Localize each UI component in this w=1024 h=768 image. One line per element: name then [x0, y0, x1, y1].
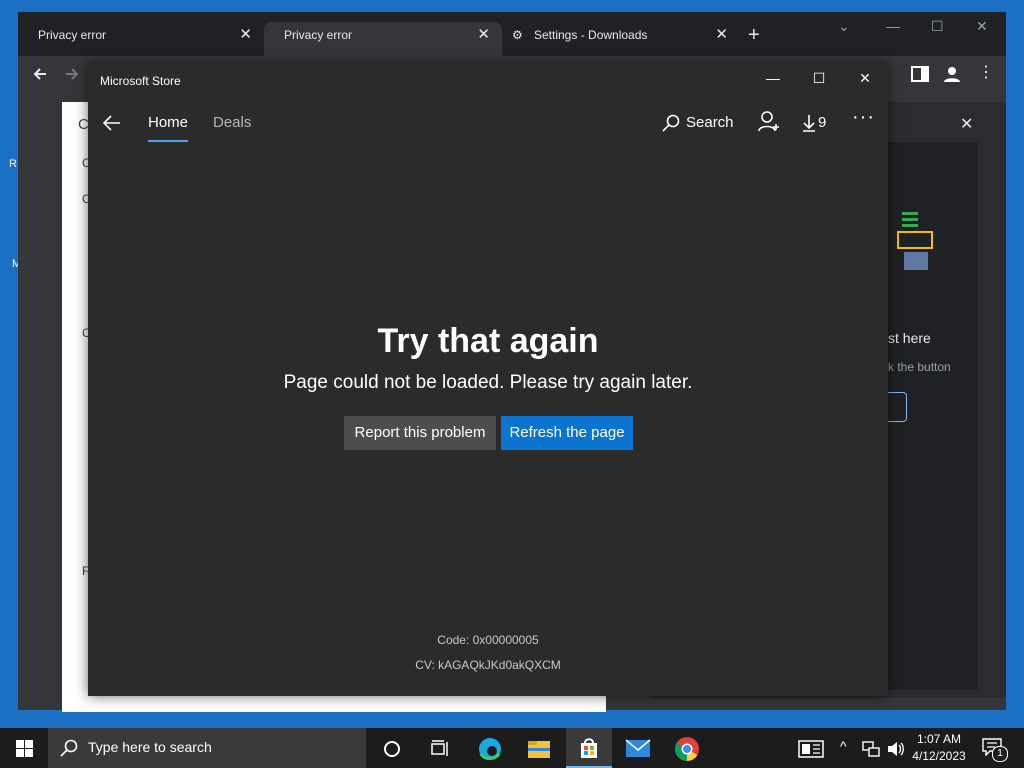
maximize-icon[interactable]: ☐	[931, 18, 944, 35]
volume-icon[interactable]	[886, 740, 904, 758]
downloads-count: 9	[818, 114, 827, 131]
forward-arrow-icon[interactable]	[64, 66, 80, 82]
notifications-button[interactable]: 1	[980, 736, 1010, 762]
tab-label: Privacy error	[284, 28, 353, 42]
search-label: Search	[686, 114, 734, 131]
more-menu-icon[interactable]: ⋮	[978, 62, 994, 82]
side-panel-heading: st here	[888, 330, 931, 346]
cortana-icon[interactable]	[383, 740, 401, 758]
more-options-icon[interactable]: ···	[852, 106, 875, 129]
nav-deals[interactable]: Deals	[213, 114, 251, 131]
gear-icon: ⚙	[512, 28, 523, 42]
side-panel-icon[interactable]	[910, 64, 930, 84]
taskbar: Type here to search ^ 1:07 AM 4/12/2023 …	[0, 728, 1024, 768]
network-icon[interactable]	[862, 740, 880, 758]
task-view-icon[interactable]	[430, 740, 450, 758]
search-icon	[60, 739, 78, 757]
active-tab-indicator	[148, 140, 188, 142]
reading-list-illustration	[897, 212, 933, 270]
account-icon[interactable]	[758, 110, 780, 134]
error-code: Code: 0x00000005	[437, 633, 539, 647]
side-panel-button[interactable]	[888, 392, 907, 422]
clock-date: 4/12/2023	[912, 749, 966, 763]
back-arrow-icon[interactable]	[102, 114, 122, 132]
close-window-icon[interactable]: ✕	[976, 18, 988, 35]
tab-label: Privacy error	[38, 28, 107, 42]
report-problem-button[interactable]: Report this problem	[344, 416, 496, 450]
minimize-icon[interactable]: —	[886, 18, 900, 34]
close-tab-icon[interactable]: ✕	[239, 22, 252, 48]
store-nav-bar: Home Deals Search 9 ···	[88, 102, 888, 146]
windows-start-icon[interactable]	[16, 740, 33, 757]
clock-time: 1:07 AM	[916, 732, 962, 746]
microsoft-store-icon	[581, 738, 597, 758]
tab-privacy-error-2[interactable]: Privacy error ✕	[264, 22, 502, 56]
close-tab-icon[interactable]: ✕	[715, 22, 728, 48]
file-explorer-icon[interactable]	[527, 738, 551, 760]
news-widget-icon[interactable]	[798, 740, 824, 758]
nav-home[interactable]: Home	[148, 114, 188, 131]
close-side-panel-icon[interactable]: ✕	[960, 114, 973, 134]
side-panel-subtext: k the button	[888, 360, 951, 374]
correlation-vector: CV: kAGAQkJKd0akQXCM	[415, 658, 561, 672]
window-title: Microsoft Store	[100, 74, 181, 88]
search-icon	[662, 114, 680, 132]
mail-icon[interactable]	[625, 738, 651, 758]
close-tab-icon[interactable]: ✕	[477, 22, 490, 48]
taskbar-search-box[interactable]: Type here to search	[48, 728, 366, 768]
profile-icon[interactable]	[942, 64, 962, 84]
maximize-icon[interactable]: ☐	[804, 70, 834, 87]
error-message: Page could not be loaded. Please try aga…	[283, 372, 693, 393]
store-taskbar-button[interactable]	[566, 728, 612, 768]
close-window-icon[interactable]: ✕	[850, 70, 880, 87]
system-clock[interactable]: 1:07 AM 4/12/2023	[912, 731, 966, 765]
desktop-icon-label[interactable]: R	[9, 158, 17, 170]
show-hidden-icons-icon[interactable]: ^	[840, 738, 847, 754]
error-title: Try that again	[377, 322, 599, 360]
tab-search-icon[interactable]: ⌄	[838, 18, 850, 35]
download-icon	[803, 115, 815, 132]
tab-label: Settings - Downloads	[534, 28, 648, 42]
downloads-button[interactable]: 9	[802, 112, 830, 136]
edge-browser-icon[interactable]	[477, 736, 503, 762]
search-placeholder: Type here to search	[88, 739, 212, 755]
tab-privacy-error-1[interactable]: Privacy error ✕	[18, 22, 264, 56]
minimize-icon[interactable]: —	[758, 70, 788, 86]
refresh-page-button[interactable]: Refresh the page	[501, 416, 633, 450]
tab-strip: Privacy error ✕ Privacy error ✕ ⚙ Setting…	[18, 12, 1006, 56]
notification-count-badge: 1	[992, 746, 1008, 762]
back-arrow-icon[interactable]	[32, 66, 48, 82]
chrome-icon[interactable]	[674, 736, 700, 762]
new-tab-button[interactable]: +	[748, 24, 760, 47]
tab-settings-downloads[interactable]: ⚙ Settings - Downloads ✕	[502, 22, 740, 56]
microsoft-store-window: Microsoft Store — ☐ ✕ Home Deals Search …	[88, 64, 888, 696]
